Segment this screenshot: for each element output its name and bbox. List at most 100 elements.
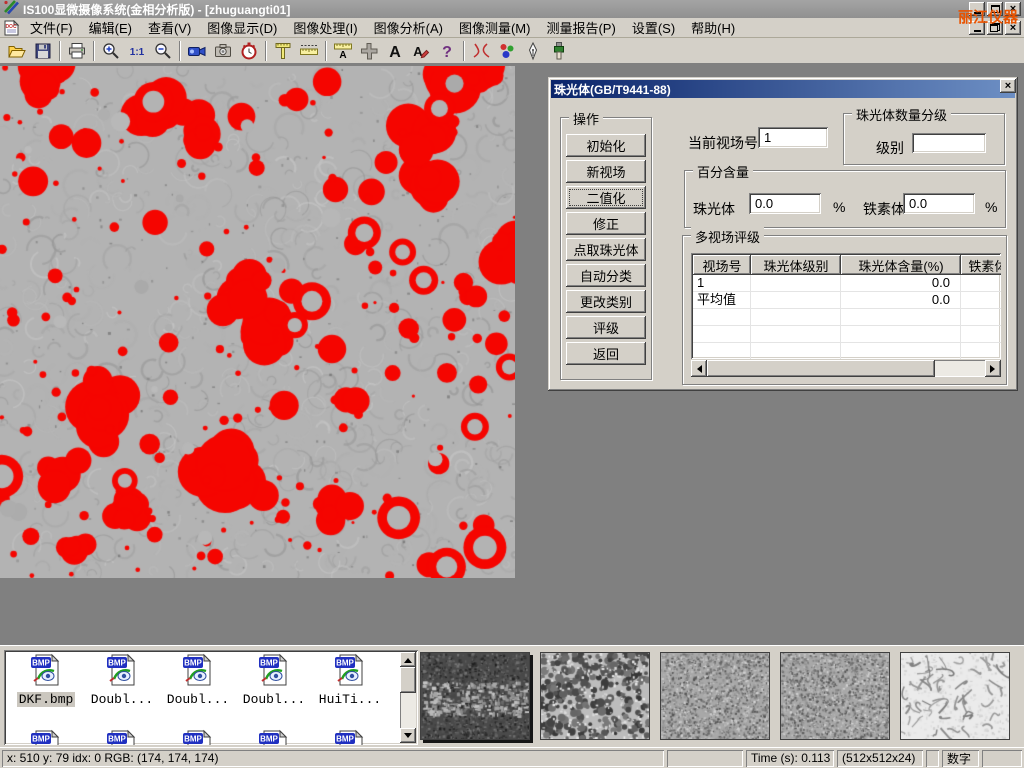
file-item[interactable]: BMPHuiTi... xyxy=(312,652,388,707)
zoom-in-icon[interactable] xyxy=(98,40,124,62)
percent-group-label: 百分含量 xyxy=(693,162,753,181)
scrollbar-thumb[interactable] xyxy=(400,667,416,693)
scroll-up-button[interactable] xyxy=(400,652,416,667)
ruler-icon[interactable] xyxy=(296,40,322,62)
svg-text:BMP: BMP xyxy=(184,659,202,668)
operation-button[interactable]: 新视场 xyxy=(566,160,646,183)
table-row[interactable]: 平均值0.0 xyxy=(693,292,999,309)
svg-text:BMP: BMP xyxy=(260,735,278,744)
dialog-close-button[interactable]: × xyxy=(1000,79,1016,93)
menu-item[interactable]: 设置(S) xyxy=(624,17,683,38)
scroll-left-button[interactable] xyxy=(691,360,707,377)
menu-item[interactable]: 帮助(H) xyxy=(683,17,743,38)
menu-item[interactable]: 测量报告(P) xyxy=(538,17,623,38)
file-browser-scrollbar[interactable] xyxy=(400,652,416,743)
classify-balls-icon[interactable] xyxy=(494,40,520,62)
file-item[interactable]: BMP xyxy=(312,728,388,745)
table-row[interactable] xyxy=(693,326,999,343)
file-item[interactable]: BMP xyxy=(160,728,236,745)
operation-button[interactable]: 二值化 xyxy=(566,186,646,209)
operation-button[interactable]: 初始化 xyxy=(566,134,646,157)
table-header-cell[interactable]: 珠光体级别 xyxy=(751,255,841,275)
menu-item[interactable]: 图像处理(I) xyxy=(285,17,365,38)
maximize-button[interactable] xyxy=(987,2,1003,16)
actual-size-icon[interactable]: 1:1 xyxy=(124,40,150,62)
brush-tool-icon[interactable] xyxy=(546,40,572,62)
table-header-cell[interactable]: 珠光体含量(%) xyxy=(841,255,961,275)
menu-item[interactable]: 查看(V) xyxy=(140,17,199,38)
ferrite-input[interactable]: 0.0 xyxy=(903,193,975,214)
image-thumbnail[interactable] xyxy=(540,652,650,740)
print-icon[interactable] xyxy=(64,40,90,62)
bmp-file-icon: BMP xyxy=(181,652,215,691)
operation-button[interactable]: 点取珠光体 xyxy=(566,238,646,261)
thumbnail-strip xyxy=(420,652,1010,740)
image-thumbnail[interactable] xyxy=(780,652,890,740)
child-minimize-button[interactable] xyxy=(969,21,985,35)
help-icon[interactable]: ? xyxy=(434,40,460,62)
image-thumbnail[interactable] xyxy=(420,652,530,740)
current-view-input[interactable]: 1 xyxy=(758,127,828,148)
bmp-file-icon: BMP xyxy=(105,652,139,691)
table-horizontal-scrollbar[interactable] xyxy=(691,360,1001,377)
menu-item[interactable]: 图像显示(D) xyxy=(199,17,285,38)
zoom-out-icon[interactable] xyxy=(150,40,176,62)
operation-button[interactable]: 返回 xyxy=(566,342,646,365)
save-icon[interactable] xyxy=(30,40,56,62)
minimize-button[interactable] xyxy=(969,2,985,16)
timer-icon[interactable] xyxy=(236,40,262,62)
table-row[interactable]: 10.0 xyxy=(693,275,999,292)
file-item[interactable]: BMPDoubl... xyxy=(236,652,312,707)
camera-icon[interactable] xyxy=(210,40,236,62)
image-thumbnail[interactable] xyxy=(900,652,1010,740)
menu-item[interactable]: 图像分析(A) xyxy=(366,17,451,38)
file-item[interactable]: BMP xyxy=(84,728,160,745)
menu-item[interactable]: 文件(F) xyxy=(22,17,81,38)
table-row[interactable] xyxy=(693,309,999,326)
caliper-icon[interactable] xyxy=(270,40,296,62)
pen-tool-icon[interactable] xyxy=(520,40,546,62)
scroll-right-button[interactable] xyxy=(985,360,1001,377)
table-header-row: 视场号珠光体级别珠光体含量(%)铁素体含量(%) xyxy=(693,255,999,275)
operation-button[interactable]: 更改类别 xyxy=(566,290,646,313)
table-header-cell[interactable]: 视场号 xyxy=(693,255,751,275)
menu-item[interactable]: 编辑(E) xyxy=(81,17,140,38)
scroll-down-button[interactable] xyxy=(400,728,416,743)
grade-input[interactable] xyxy=(912,133,986,153)
document-icon[interactable]: DOC xyxy=(3,20,20,36)
svg-text:BMP: BMP xyxy=(260,659,278,668)
curve-tool-icon[interactable] xyxy=(468,40,494,62)
file-item[interactable]: BMPDoubl... xyxy=(160,652,236,707)
image-thumbnail[interactable] xyxy=(660,652,770,740)
file-item[interactable]: BMP xyxy=(236,728,312,745)
operation-button[interactable]: 评级 xyxy=(566,316,646,339)
svg-text:A: A xyxy=(389,44,401,61)
file-item[interactable]: BMPDKF.bmp xyxy=(8,652,84,707)
edit-text-icon[interactable]: A xyxy=(408,40,434,62)
close-button[interactable]: × xyxy=(1005,2,1021,16)
bmp-file-icon: BMP xyxy=(257,728,291,745)
metallographic-image[interactable] xyxy=(0,66,515,578)
arrow-right-icon xyxy=(990,365,999,373)
menu-item[interactable]: 图像测量(M) xyxy=(451,17,539,38)
open-icon[interactable] xyxy=(4,40,30,62)
minimize-icon xyxy=(974,30,981,32)
child-restore-button[interactable] xyxy=(987,21,1003,35)
table-row[interactable] xyxy=(693,343,999,359)
measure-scale-icon[interactable]: A xyxy=(330,40,356,62)
file-item[interactable]: BMP xyxy=(8,728,84,745)
grid-cross-icon[interactable] xyxy=(356,40,382,62)
close-icon: × xyxy=(1005,80,1011,92)
table-header-cell[interactable]: 铁素体含量(%) xyxy=(961,255,1001,275)
text-label-icon[interactable]: A xyxy=(382,40,408,62)
scrollbar-thumb[interactable] xyxy=(707,360,935,377)
video-camera-icon[interactable] xyxy=(184,40,210,62)
operation-button[interactable]: 自动分类 xyxy=(566,264,646,287)
operation-button[interactable]: 修正 xyxy=(566,212,646,235)
child-close-button[interactable]: × xyxy=(1005,21,1021,35)
operation-group-label: 操作 xyxy=(569,109,603,128)
toolbar-separator xyxy=(325,41,327,61)
table-cell xyxy=(961,326,1001,343)
pearlite-input[interactable]: 0.0 xyxy=(749,193,821,214)
file-item[interactable]: BMPDoubl... xyxy=(84,652,160,707)
